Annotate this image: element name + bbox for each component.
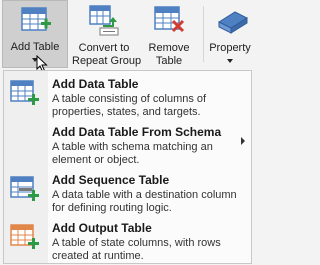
menu-item-title: Add Sequence Table xyxy=(52,173,170,187)
add-table-label: Add Table xyxy=(10,41,60,53)
remove-label-line1: Remove xyxy=(148,42,190,54)
menu-item-add-sequence-table[interactable]: Add Sequence Table A data table with a d… xyxy=(4,171,251,217)
add-table-button[interactable]: Add Table xyxy=(2,0,68,68)
menu-item-description: A table with schema matching an element … xyxy=(52,141,213,166)
remove-table-icon xyxy=(154,6,185,33)
convert-label-line1: Convert to xyxy=(78,42,130,54)
menu-item-title: Add Data Table From Schema xyxy=(52,125,222,139)
property-button[interactable]: Property xyxy=(206,0,254,68)
property-icon xyxy=(217,11,249,34)
menu-item-title: Add Data Table xyxy=(52,77,139,91)
menu-item-description: A table consisting of columns of propert… xyxy=(52,93,207,118)
convert-to-repeat-group-button[interactable]: Convert to Repeat Group xyxy=(72,0,142,68)
output-table-plus-icon xyxy=(10,224,39,249)
ribbon-separator xyxy=(203,6,204,62)
remove-table-button[interactable]: Remove Table xyxy=(140,0,198,68)
menu-item-title: Add Output Table xyxy=(52,221,152,235)
chevron-down-icon xyxy=(227,59,233,63)
menu-item-add-data-table-from-schema[interactable]: Add Data Table From Schema A table with … xyxy=(4,123,251,169)
add-table-menu: Add Data Table A table consisting of col… xyxy=(3,70,252,264)
sequence-table-plus-icon xyxy=(10,176,39,201)
data-table-plus-icon xyxy=(10,80,39,105)
menu-item-description: A table of state columns, with rows crea… xyxy=(52,237,221,262)
menu-item-add-output-table[interactable]: Add Output Table A table of state column… xyxy=(4,219,251,265)
convert-repeat-group-icon xyxy=(89,5,119,36)
chevron-right-icon xyxy=(241,137,245,145)
property-label: Property xyxy=(209,42,251,54)
add-table-icon xyxy=(21,7,51,31)
convert-label-line2: Repeat Group xyxy=(72,55,142,67)
menu-item-add-data-table[interactable]: Add Data Table A table consisting of col… xyxy=(4,75,251,121)
menu-item-description: A data table with a destination column f… xyxy=(52,189,237,214)
remove-label-line2: Table xyxy=(155,55,183,67)
ribbon-toolbar: Add Table Convert to Repeat Group Remove… xyxy=(0,0,254,73)
